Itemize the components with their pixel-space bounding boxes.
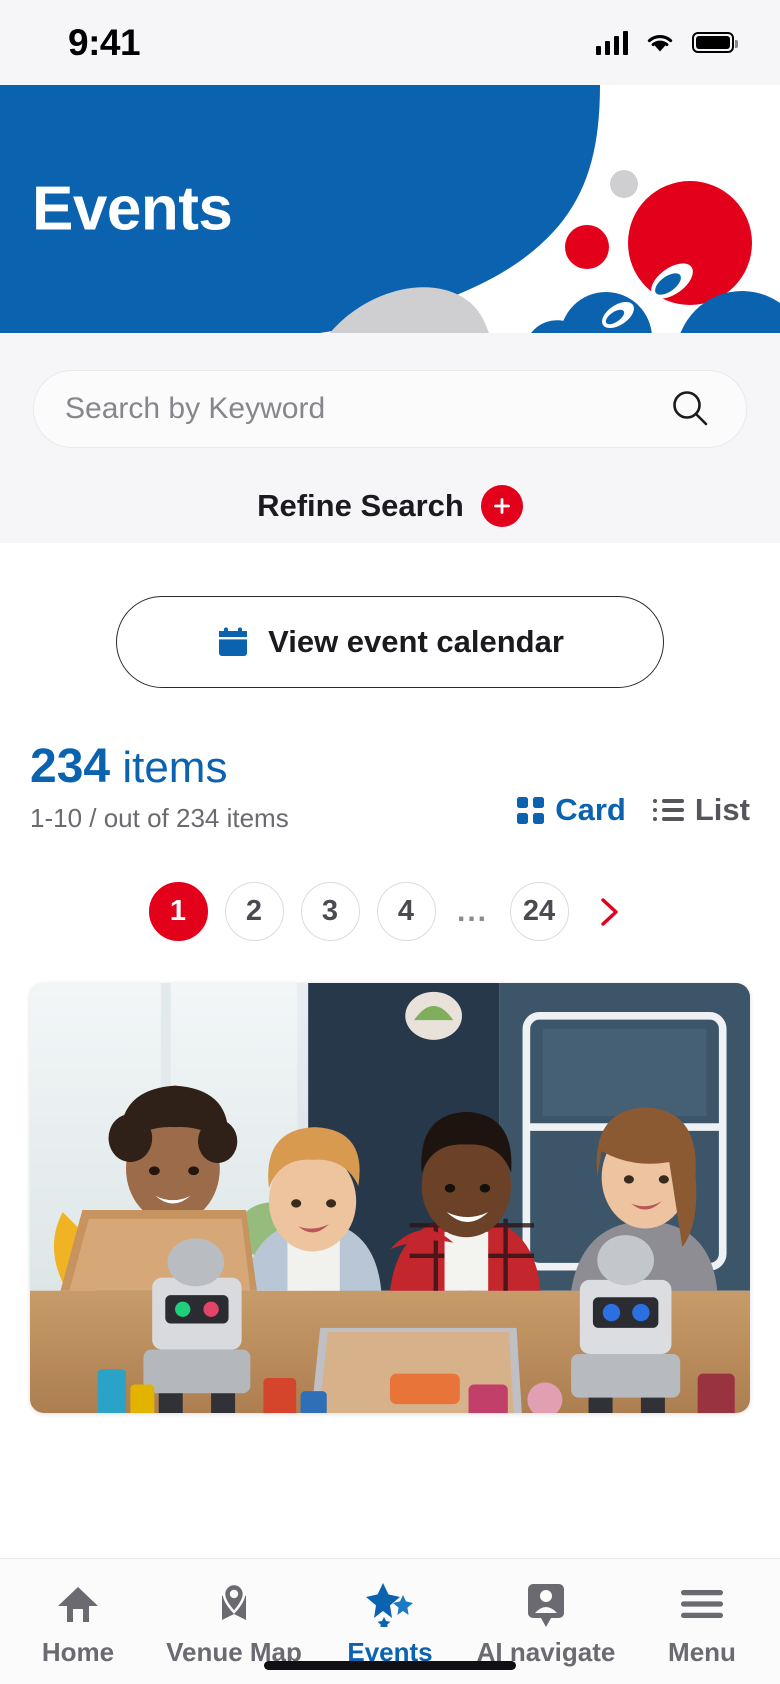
pagination-page-3[interactable]: 3: [300, 882, 360, 941]
event-photo-illustration: [30, 983, 750, 1413]
nav-label-menu: Menu: [668, 1637, 736, 1667]
view-mode-toggle: Card List: [517, 792, 750, 834]
search-section: Refine Search: [0, 333, 780, 543]
status-time: 9:41: [68, 21, 141, 63]
results-count: 234 items: [30, 743, 289, 791]
calendar-button-row: View event calendar: [30, 543, 750, 688]
pagination-page-2[interactable]: 2: [224, 882, 284, 941]
list-icon: [653, 799, 684, 821]
view-event-calendar-button[interactable]: View event calendar: [116, 596, 664, 688]
pagination-page-4[interactable]: 4: [376, 882, 436, 941]
app-screen: 9:41 Events Search by Keyword Refine Sea…: [0, 0, 780, 1684]
battery-icon: [692, 32, 738, 53]
results-count-unit: items: [122, 743, 228, 792]
search-input[interactable]: [65, 392, 668, 426]
refine-search-label: Refine Search: [257, 488, 464, 523]
nav-item-venue-map[interactable]: Venue Map: [156, 1581, 312, 1668]
pagination-page-1[interactable]: 1: [148, 882, 208, 941]
hamburger-icon: [679, 1581, 725, 1627]
chevron-right-icon: [600, 897, 618, 926]
grid-icon: [517, 796, 545, 824]
view-mode-list-label: List: [694, 792, 750, 827]
nav-item-menu[interactable]: Menu: [624, 1581, 780, 1668]
view-mode-list[interactable]: List: [653, 792, 750, 828]
pagination-page-24[interactable]: 24: [509, 882, 569, 941]
event-card[interactable]: [30, 983, 750, 1413]
nav-label-home: Home: [41, 1637, 115, 1667]
calendar-icon: [219, 627, 248, 656]
results-summary-row: 234 items 1-10 / out of 234 items Card L…: [30, 743, 750, 834]
view-event-calendar-label: View event calendar: [268, 624, 564, 659]
pagination: 1 2 3 4 ... 24: [30, 882, 750, 941]
search-bar[interactable]: [33, 370, 747, 448]
refine-search-expand-button[interactable]: [480, 485, 523, 527]
cellular-signal-icon: [595, 30, 628, 55]
plus-icon: [493, 498, 510, 514]
pagination-next-button[interactable]: [586, 882, 632, 941]
search-icon[interactable]: [668, 387, 712, 431]
view-mode-card-label: Card: [555, 792, 626, 827]
event-card-image: [30, 983, 750, 1413]
status-icon-group: [595, 30, 738, 55]
map-pin-icon: [212, 1581, 256, 1627]
nav-item-events[interactable]: Events: [312, 1581, 468, 1668]
page-header-banner: Events: [0, 85, 780, 333]
pagination-ellipsis: ...: [456, 894, 488, 928]
wifi-icon: [647, 34, 673, 51]
nav-item-ai-navigate[interactable]: AI navigate: [468, 1581, 624, 1668]
page-title: Events: [32, 174, 233, 244]
results-range-text: 1-10 / out of 234 items: [30, 803, 289, 833]
home-icon: [56, 1581, 100, 1627]
main-content: View event calendar 234 items 1-10 / out…: [0, 543, 780, 1558]
results-count-number: 234: [30, 740, 111, 793]
view-mode-card[interactable]: Card: [517, 792, 626, 828]
status-bar: 9:41: [0, 0, 780, 85]
nav-item-home[interactable]: Home: [0, 1581, 156, 1668]
home-indicator: [264, 1661, 516, 1670]
results-count-block: 234 items 1-10 / out of 234 items: [30, 743, 289, 834]
sparkle-stars-icon: [365, 1581, 415, 1627]
refine-search-row[interactable]: Refine Search: [33, 485, 747, 527]
person-badge-icon: [525, 1581, 567, 1627]
